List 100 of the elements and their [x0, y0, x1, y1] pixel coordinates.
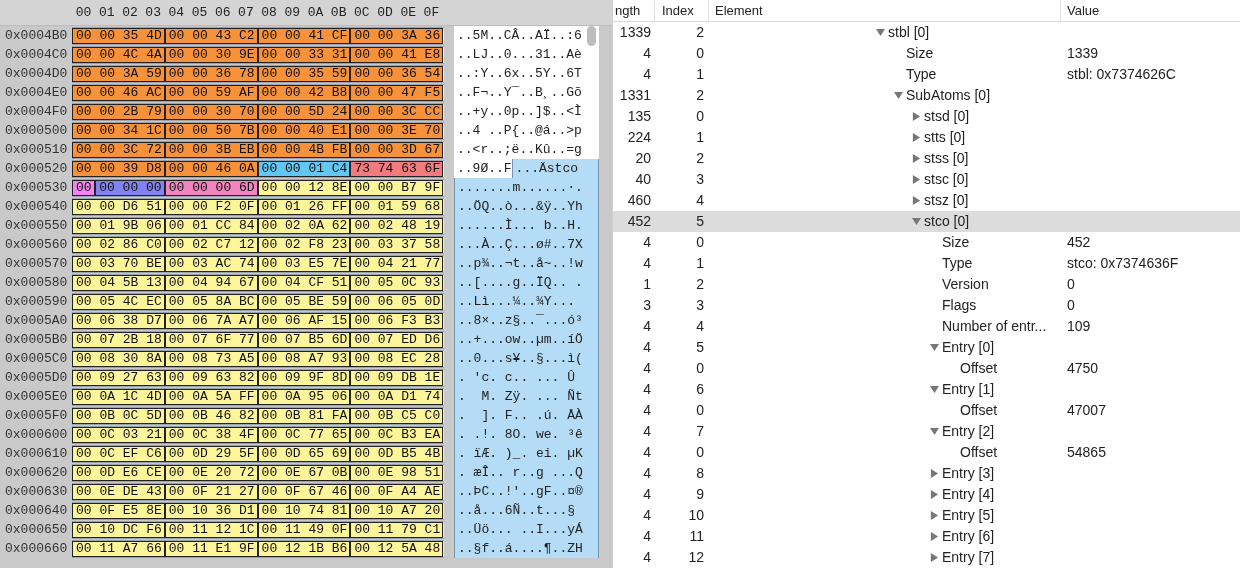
hex-group[interactable]: 00 11 E1 9F — [164, 540, 258, 557]
hex-group[interactable]: 00 05 BE 59 — [257, 293, 351, 310]
hex-group[interactable]: 00 06 F3 B3 — [350, 312, 444, 329]
hex-group[interactable]: 00 09 63 82 — [164, 369, 258, 386]
hex-group[interactable]: 00 06 AF 15 — [257, 312, 351, 329]
hex-group[interactable]: 00 06 38 D7 — [72, 312, 165, 329]
tree-row[interactable]: 452 5 stco [0] — [613, 211, 1240, 232]
hex-group[interactable]: 00 04 5B 13 — [72, 274, 165, 291]
ascii-text[interactable]: . M. Zÿ. ... Ñt — [454, 387, 599, 406]
hex-group[interactable]: 00 09 9F 8D — [257, 369, 351, 386]
tree-row[interactable]: 4 8 Entry [3] — [613, 463, 1240, 484]
ascii-text[interactable]: ..§f..á....¶..ZH — [454, 539, 599, 558]
hex-group[interactable]: 00 05 4C EC — [72, 293, 165, 310]
hex-group[interactable]: 00 0A 5A FF — [164, 388, 258, 405]
column-header[interactable]: ngth — [613, 0, 655, 21]
tree-row[interactable]: 4 0 Size 452 — [613, 232, 1240, 253]
hex-group[interactable]: 00 00 3C 72 — [72, 141, 165, 158]
hex-group[interactable]: 00 00 3A 36 — [350, 27, 444, 44]
ascii-text[interactable]: ...Ästco — [511, 159, 599, 178]
hex-group[interactable]: 00 00 33 31 — [257, 46, 351, 63]
hex-group[interactable]: 00 0D B5 4B — [350, 445, 444, 462]
hex-group[interactable]: 00 0E DE 43 — [72, 483, 165, 500]
hex-group[interactable]: 00 00 40 E1 — [257, 122, 351, 139]
hex-group[interactable]: 00 00 39 D8 — [72, 160, 165, 177]
hex-group[interactable]: 00 01 59 68 — [350, 198, 444, 215]
tree-row[interactable]: 4 1 Type stco: 0x7374636F — [613, 253, 1240, 274]
hex-group[interactable]: 00 00 3D 67 — [350, 141, 444, 158]
tree-row[interactable]: 4 4 Number of entr... 109 — [613, 316, 1240, 337]
tree-row[interactable]: 4 7 Entry [2] — [613, 421, 1240, 442]
ascii-text[interactable]: . ]. F.. .ú. ÅÀ — [454, 406, 599, 425]
hex-group[interactable]: 00 00 00 6D — [164, 179, 258, 196]
hex-group[interactable]: 00 00 2B 79 — [72, 103, 165, 120]
ascii-text[interactable]: ..9Ø..F — [454, 159, 512, 178]
hex-group[interactable]: 00 09 27 63 — [72, 369, 165, 386]
caret-right-icon[interactable] — [912, 175, 921, 184]
hex-group[interactable]: 00 08 A7 93 — [257, 350, 351, 367]
tree-row[interactable]: 1 2 Version 0 — [613, 274, 1240, 295]
tree-row[interactable]: 20 2 stss [0] — [613, 148, 1240, 169]
hex-group[interactable]: 00 00 36 54 — [350, 65, 444, 82]
tree-row[interactable]: 4 0 Offset 54865 — [613, 442, 1240, 463]
ascii-text[interactable]: ..ÖQ..ò...&ÿ..Yh — [454, 197, 599, 216]
hex-group[interactable]: 00 03 37 58 — [350, 236, 444, 253]
hex-group[interactable]: 00 04 21 77 — [350, 255, 444, 272]
column-header[interactable]: Value — [1061, 0, 1240, 21]
hex-group[interactable]: 00 00 01 C4 — [257, 160, 351, 177]
ascii-text[interactable]: . 'c. c.. ... Û — [454, 368, 599, 387]
hex-group[interactable]: 00 0E 67 0B — [257, 464, 351, 481]
hex-group[interactable]: 00 0C B3 EA — [350, 426, 444, 443]
hex-group[interactable]: 00 0C 03 21 — [72, 426, 165, 443]
tree-row[interactable]: 4 0 Offset 47007 — [613, 400, 1240, 421]
ascii-text[interactable]: ..ÞC..!'..gF..¤® — [454, 482, 599, 501]
hex-group[interactable]: 00 0E 20 72 — [164, 464, 258, 481]
hex-group[interactable]: 00 00 12 8E — [257, 179, 351, 196]
hex-group[interactable]: 00 00 46 0A — [164, 160, 258, 177]
hex-group[interactable]: 00 01 26 FF — [257, 198, 351, 215]
hex-group[interactable]: 00 12 5A 48 — [350, 540, 444, 557]
hex-group[interactable]: 00 00 59 AF — [164, 84, 258, 101]
hex-group[interactable]: 00 0B C5 C0 — [350, 407, 444, 424]
tree-row[interactable]: 4 11 Entry [6] — [613, 526, 1240, 547]
hex-group[interactable]: 00 00 3B EB — [164, 141, 258, 158]
hex-group[interactable]: 00 00 35 59 — [257, 65, 351, 82]
ascii-text[interactable]: ..Lì...¼..¾Y... — [454, 292, 599, 311]
hex-group[interactable]: 00 03 E5 7E — [257, 255, 351, 272]
hex-group[interactable]: 00 11 49 0F — [257, 521, 351, 538]
hex-group[interactable]: 00 08 73 A5 — [164, 350, 258, 367]
hex-group[interactable]: 00 0B 81 FA — [257, 407, 351, 424]
column-header[interactable]: Element — [709, 0, 1061, 21]
caret-right-icon[interactable] — [912, 154, 921, 163]
hex-group[interactable]: 00 11 12 1C — [164, 521, 258, 538]
hex-group[interactable]: 00 10 A7 20 — [350, 502, 444, 519]
hex-group[interactable]: 00 00 36 78 — [164, 65, 258, 82]
tree-row[interactable]: 4 9 Entry [4] — [613, 484, 1240, 505]
ascii-text[interactable]: ..8×..z§..¯...ó³ — [454, 311, 599, 330]
column-header[interactable]: Index — [655, 0, 709, 21]
hex-group[interactable]: 00 11 79 C1 — [350, 521, 444, 538]
hex-group[interactable]: 00 04 94 67 — [164, 274, 258, 291]
caret-right-icon[interactable] — [912, 196, 921, 205]
hex-group[interactable]: 00 0F E5 8E — [72, 502, 165, 519]
caret-right-icon[interactable] — [912, 112, 921, 121]
hex-group[interactable]: 00 00 30 9E — [164, 46, 258, 63]
hex-group[interactable]: 00 00 3C CC — [350, 103, 444, 120]
ascii-text[interactable]: ..0...s¥..§...ì( — [454, 349, 599, 368]
hex-group[interactable]: 00 00 3E 70 — [350, 122, 444, 139]
hex-group[interactable]: 00 03 AC 74 — [164, 255, 258, 272]
hex-group[interactable]: 00 — [72, 179, 96, 196]
tree-row[interactable]: 4 1 Type stbl: 0x7374626C — [613, 64, 1240, 85]
scrollbar-thumb[interactable] — [587, 26, 596, 46]
hex-group[interactable]: 00 03 70 BE — [72, 255, 165, 272]
hex-group[interactable]: 00 0B 46 82 — [164, 407, 258, 424]
hex-group[interactable]: 00 01 9B 06 — [72, 217, 165, 234]
hex-group[interactable]: 00 00 4C 4A — [72, 46, 165, 63]
hex-group[interactable]: 00 00 5D 24 — [257, 103, 351, 120]
hex-group[interactable]: 00 00 F2 0F — [164, 198, 258, 215]
ascii-text[interactable]: . ïÆ. )_. ei. µK — [454, 444, 599, 463]
hex-group[interactable]: 00 0A D1 74 — [350, 388, 444, 405]
hex-group[interactable]: 00 00 50 7B — [164, 122, 258, 139]
hex-group[interactable]: 00 0C 38 4F — [164, 426, 258, 443]
caret-right-icon[interactable] — [930, 490, 939, 499]
caret-right-icon[interactable] — [930, 511, 939, 520]
hex-group[interactable]: 00 0F A4 AE — [350, 483, 444, 500]
